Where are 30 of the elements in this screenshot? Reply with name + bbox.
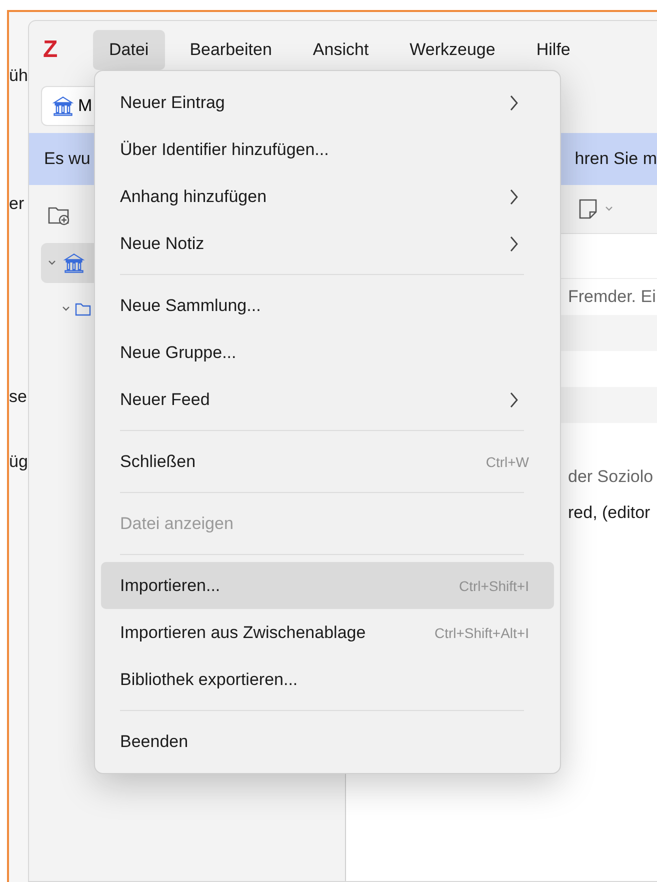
library-icon <box>52 95 74 117</box>
app-logo: Z <box>43 36 59 64</box>
menu-item[interactable]: Neue Notiz <box>101 220 554 267</box>
menu-bar-item[interactable]: Hilfe <box>520 30 586 70</box>
library-icon <box>63 252 85 274</box>
background-text: üg <box>9 452 28 472</box>
banner-text: Es wu <box>44 149 90 169</box>
folder-icon <box>75 302 91 316</box>
background-text: er <box>9 194 26 214</box>
menu-bar-item[interactable]: Ansicht <box>296 30 385 70</box>
menu-bar-item[interactable]: Datei <box>93 30 165 70</box>
menu-item[interactable]: Importieren... Ctrl+Shift+I <box>101 562 554 609</box>
menu-item[interactable]: Neuer Eintrag <box>101 79 554 126</box>
menu-item[interactable]: Über Identifier hinzufügen... <box>101 126 554 173</box>
menu-item[interactable]: Bibliothek exportieren... <box>101 656 554 703</box>
banner-text: hren Sie m <box>574 149 657 169</box>
menu-item[interactable]: Anhang hinzufügen <box>101 173 554 220</box>
menu-item[interactable]: Neue Sammlung... <box>101 282 554 329</box>
menu-item[interactable]: Neue Gruppe... <box>101 329 554 376</box>
item-title: Fremder. Ei <box>568 287 656 307</box>
item-title: red, (editor <box>568 503 650 523</box>
menu-item[interactable]: Importieren aus Zwischenablage Ctrl+Shift+Alt+I <box>101 609 554 656</box>
background-text: se <box>9 387 28 407</box>
background-text: üh <box>9 66 28 86</box>
note-icon[interactable] <box>578 198 598 220</box>
menu-bar-item[interactable]: Werkzeuge <box>394 30 512 70</box>
menu-item[interactable]: Beenden <box>101 718 554 765</box>
menu-item[interactable]: Schließen Ctrl+W <box>101 438 554 485</box>
menu-item[interactable]: Neuer Feed <box>101 376 554 423</box>
menu-bar-item[interactable]: Bearbeiten <box>174 30 288 70</box>
